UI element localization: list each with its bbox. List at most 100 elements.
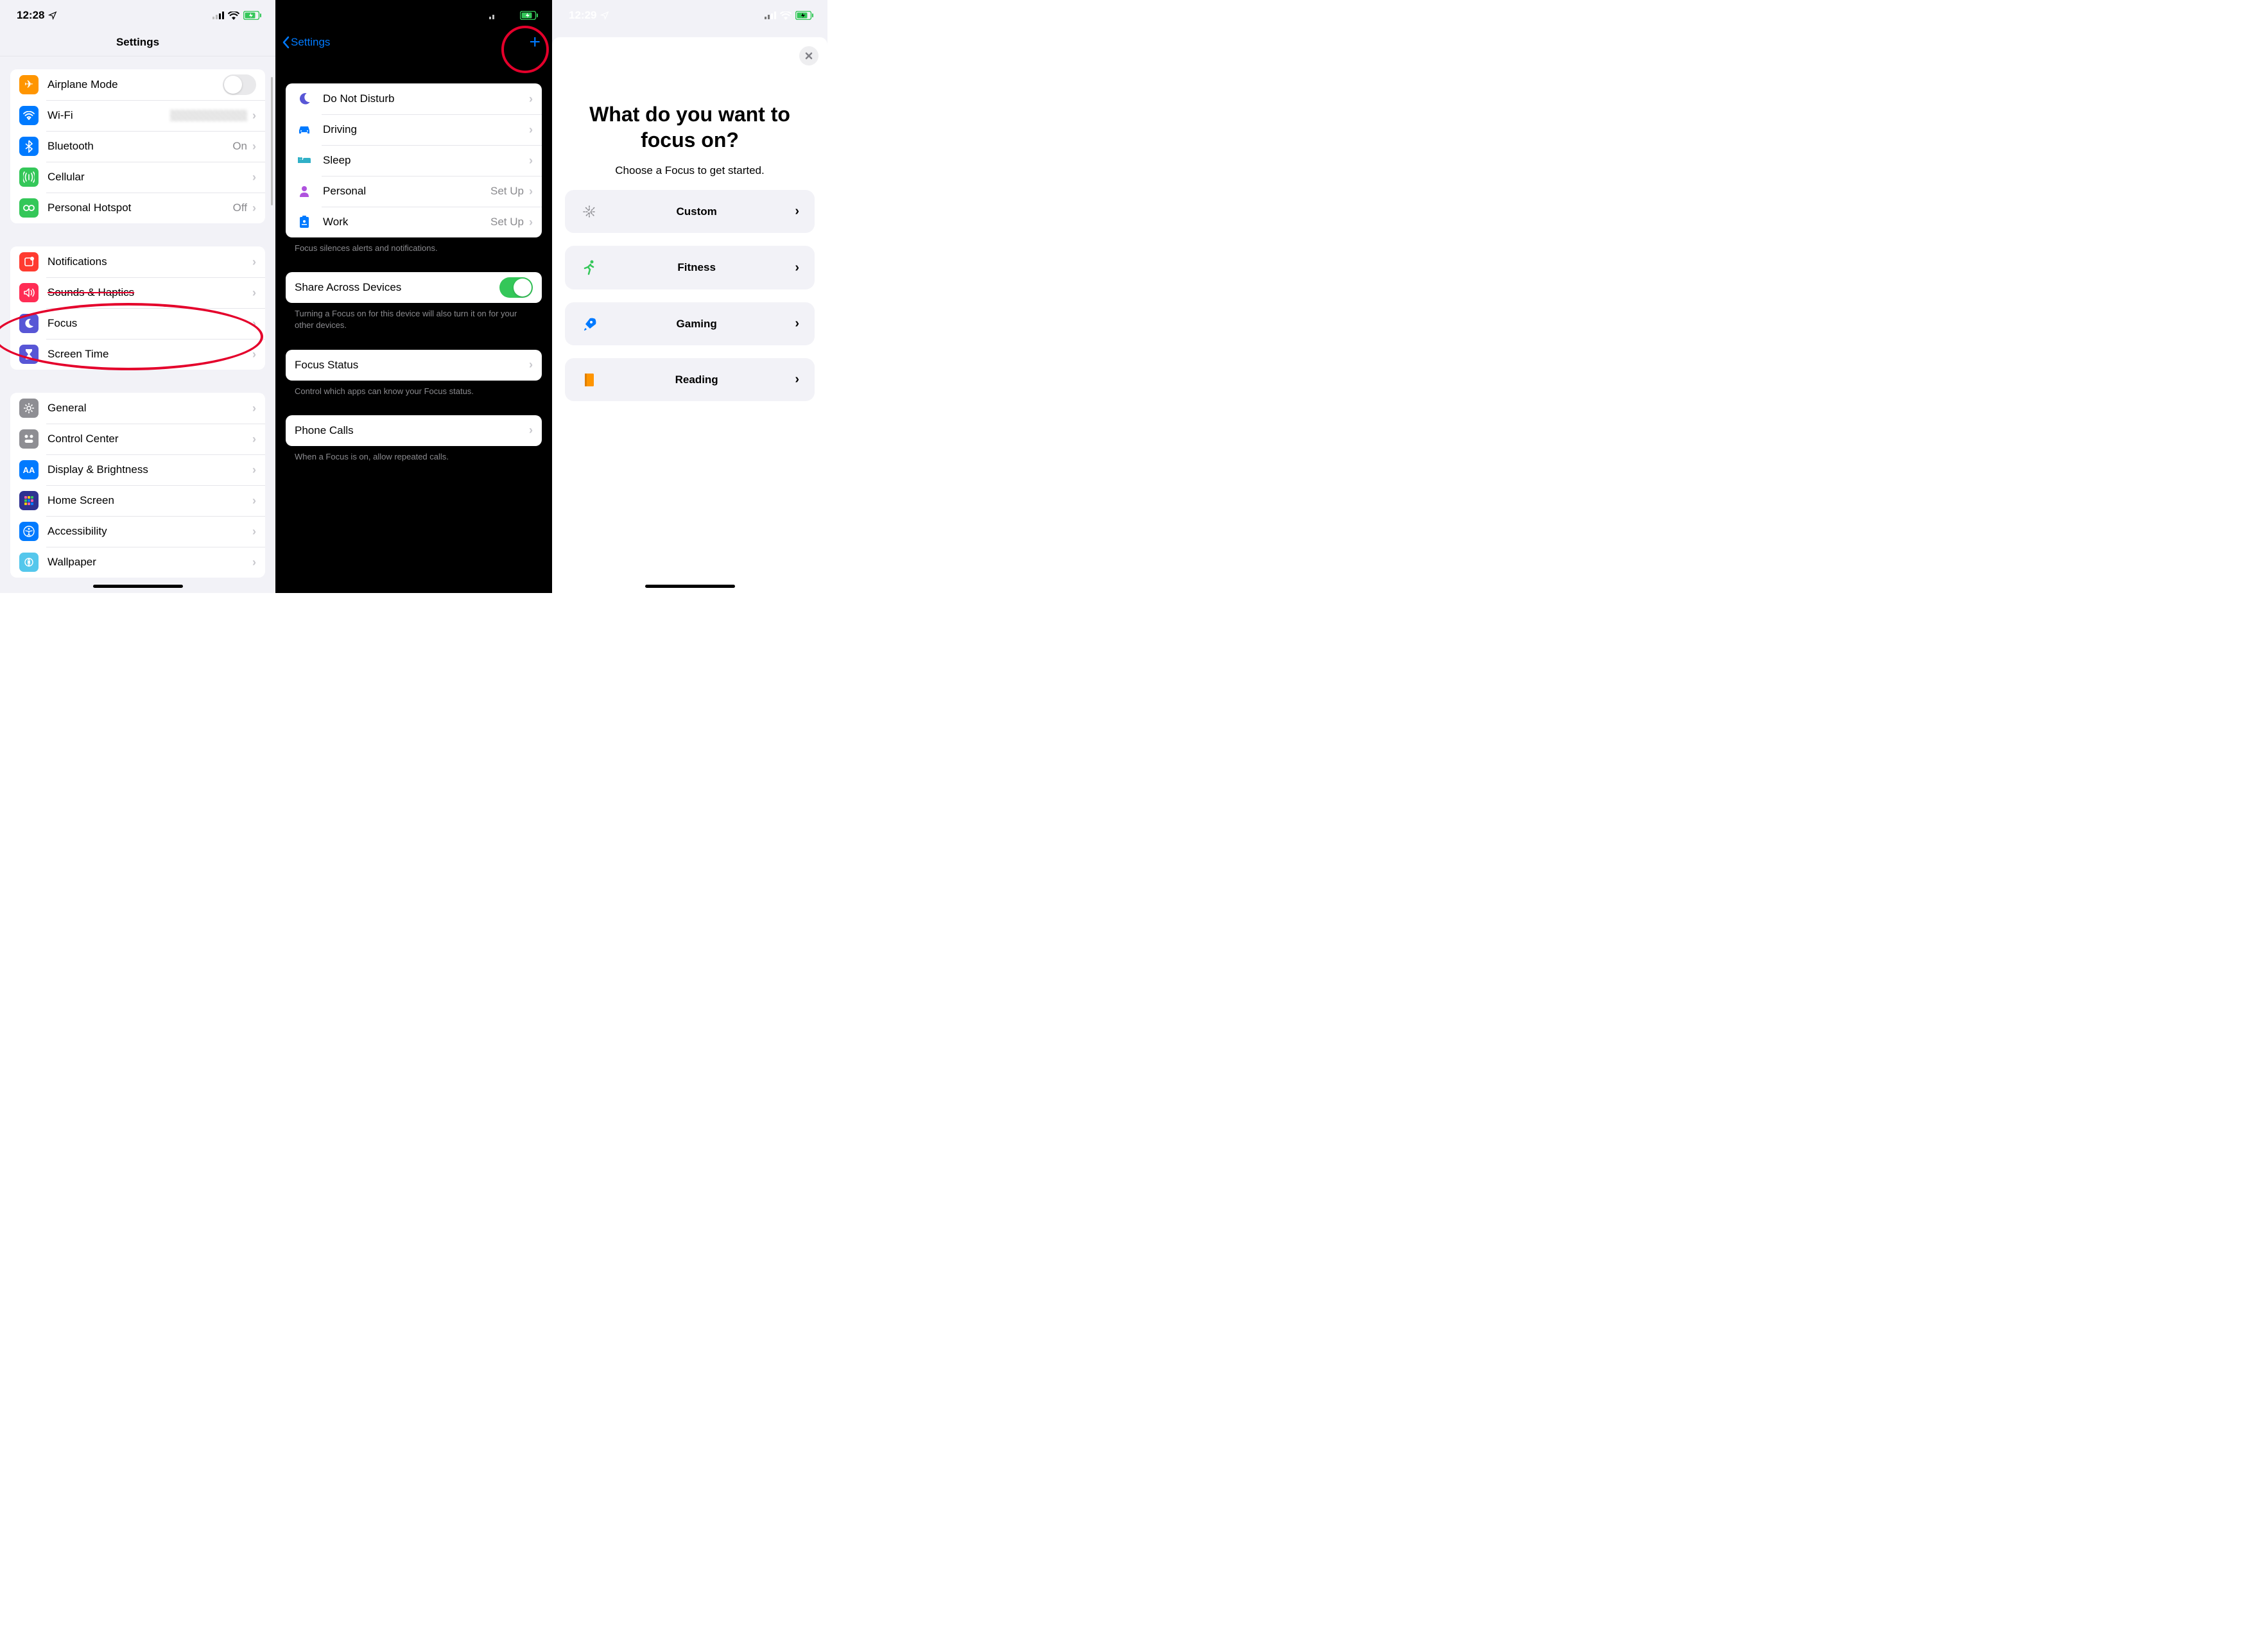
- moon-icon: [295, 92, 314, 105]
- back-button[interactable]: Settings: [282, 36, 330, 49]
- time-text: 12:29: [569, 9, 596, 22]
- row-value: Set Up: [490, 216, 524, 228]
- row-label: Focus Status: [295, 359, 529, 372]
- screen-new-focus: 12:29 What do you want to focus on? Choo…: [552, 0, 827, 593]
- cellular-icon: [19, 168, 39, 187]
- settings-group-general: General › Control Center › AA Display & …: [10, 393, 265, 578]
- status-icons: [489, 11, 538, 20]
- status-bar: 12:29: [552, 0, 827, 28]
- row-label: Home Screen: [48, 494, 252, 507]
- chevron-icon: ›: [252, 433, 256, 446]
- wifi-icon: [780, 12, 792, 20]
- row-label: Display & Brightness: [48, 463, 252, 476]
- share-footer: Turning a Focus on for this device will …: [275, 303, 552, 331]
- scrollbar[interactable]: [271, 77, 273, 205]
- row-label: Sounds & Haptics: [48, 286, 252, 299]
- notifications-icon: [19, 252, 39, 271]
- row-focus[interactable]: Focus ›: [10, 308, 265, 339]
- signal-icon: [212, 12, 224, 19]
- option-custom[interactable]: Custom ›: [565, 190, 815, 233]
- row-wallpaper[interactable]: Wallpaper ›: [10, 547, 265, 578]
- location-icon: [324, 11, 333, 20]
- screen-focus-list: 12:28 Settings Focus + Do Not Disturb ›: [275, 0, 552, 593]
- row-cellular[interactable]: Cellular ›: [10, 162, 265, 193]
- row-general[interactable]: General ›: [10, 393, 265, 424]
- chevron-icon: ›: [795, 261, 799, 275]
- row-driving[interactable]: Driving ›: [286, 114, 542, 145]
- row-notifications[interactable]: Notifications ›: [10, 246, 265, 277]
- control-center-icon: [19, 429, 39, 449]
- row-label: Control Center: [48, 433, 252, 445]
- chevron-icon: ›: [252, 494, 256, 508]
- row-display-brightness[interactable]: AA Display & Brightness ›: [10, 454, 265, 485]
- signal-icon: [765, 12, 776, 19]
- sheet-title: What do you want to focus on?: [565, 101, 815, 153]
- sparkle-icon: [580, 205, 598, 219]
- signal-icon: [489, 12, 501, 19]
- chevron-icon: ›: [252, 317, 256, 331]
- row-personal-hotspot[interactable]: Personal Hotspot Off ›: [10, 193, 265, 223]
- row-value: Off: [233, 202, 247, 214]
- hotspot-icon: [19, 198, 39, 218]
- status-icons: [212, 11, 261, 20]
- sounds-icon: [19, 283, 39, 302]
- battery-icon: [520, 11, 538, 20]
- option-label: Reading: [598, 374, 795, 386]
- chevron-icon: ›: [529, 92, 533, 106]
- airplane-toggle[interactable]: [223, 74, 256, 95]
- book-icon: [580, 373, 598, 387]
- home-indicator[interactable]: [93, 585, 183, 588]
- battery-icon: [795, 11, 813, 20]
- chevron-icon: ›: [795, 204, 799, 219]
- row-label: Notifications: [48, 255, 252, 268]
- modes-footer: Focus silences alerts and notifications.: [275, 237, 552, 254]
- chevron-icon: ›: [529, 154, 533, 168]
- row-home-screen[interactable]: Home Screen ›: [10, 485, 265, 516]
- row-personal[interactable]: Personal Set Up ›: [286, 176, 542, 207]
- chevron-icon: ›: [529, 216, 533, 229]
- wifi-icon: [228, 12, 239, 20]
- bed-icon: [295, 156, 314, 165]
- row-sleep[interactable]: Sleep ›: [286, 145, 542, 176]
- row-share-across-devices[interactable]: Share Across Devices: [286, 272, 542, 303]
- nav-bar: Settings Focus +: [275, 28, 552, 56]
- share-toggle[interactable]: [499, 277, 533, 298]
- chevron-icon: ›: [252, 109, 256, 123]
- add-focus-button[interactable]: +: [529, 33, 541, 52]
- wifi-row-icon: [19, 106, 39, 125]
- badge-icon: [295, 216, 314, 228]
- option-gaming[interactable]: Gaming ›: [565, 302, 815, 345]
- row-phone-calls[interactable]: Phone Calls ›: [286, 415, 542, 446]
- row-control-center[interactable]: Control Center ›: [10, 424, 265, 454]
- row-sounds-haptics[interactable]: Sounds & Haptics ›: [10, 277, 265, 308]
- row-screen-time[interactable]: Screen Time ›: [10, 339, 265, 370]
- home-indicator[interactable]: [645, 585, 735, 588]
- row-bluetooth[interactable]: Bluetooth On ›: [10, 131, 265, 162]
- row-airplane-mode[interactable]: ✈ Airplane Mode: [10, 69, 265, 100]
- focus-modes-group: Do Not Disturb › Driving › Sleep › Perso…: [286, 83, 542, 237]
- row-do-not-disturb[interactable]: Do Not Disturb ›: [286, 83, 542, 114]
- row-label: Personal: [323, 185, 490, 198]
- chevron-icon: ›: [529, 424, 533, 437]
- chevron-icon: ›: [252, 556, 256, 569]
- option-fitness[interactable]: Fitness ›: [565, 246, 815, 289]
- nav-bar: Settings: [0, 28, 275, 56]
- row-wifi[interactable]: Wi-Fi ›: [10, 100, 265, 131]
- back-label: Settings: [291, 36, 330, 49]
- share-across-group: Share Across Devices: [286, 272, 542, 303]
- close-button[interactable]: [799, 46, 818, 65]
- option-reading[interactable]: Reading ›: [565, 358, 815, 401]
- chevron-icon: ›: [252, 202, 256, 215]
- chevron-icon: ›: [252, 171, 256, 184]
- display-icon: AA: [19, 460, 39, 479]
- row-focus-status[interactable]: Focus Status ›: [286, 350, 542, 381]
- home-screen-icon: [19, 491, 39, 510]
- row-accessibility[interactable]: Accessibility ›: [10, 516, 265, 547]
- chevron-icon: ›: [795, 372, 799, 387]
- row-label: Phone Calls: [295, 424, 529, 437]
- time-text: 12:28: [17, 9, 44, 22]
- wifi-icon: [505, 12, 516, 20]
- row-work[interactable]: Work Set Up ›: [286, 207, 542, 237]
- home-indicator[interactable]: [369, 585, 459, 588]
- battery-icon: [243, 11, 261, 20]
